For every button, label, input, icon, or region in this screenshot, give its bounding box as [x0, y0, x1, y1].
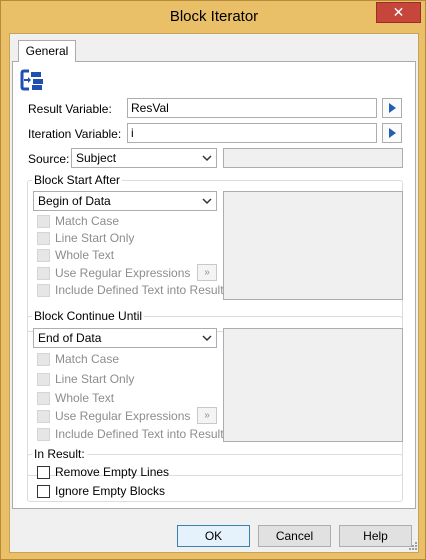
ignore-empty-blocks-label: Ignore Empty Blocks — [55, 484, 166, 498]
block-start-whole-text-checkbox[interactable] — [37, 249, 50, 262]
block-continue-line-start-label: Line Start Only — [55, 372, 135, 386]
source-selected-value: Subject — [76, 151, 117, 165]
block-start-line-start-label: Line Start Only — [55, 231, 135, 245]
block-continue-regex-button[interactable]: » — [197, 407, 217, 424]
block-start-regex-label: Use Regular Expressions — [55, 266, 191, 280]
block-start-match-case-label: Match Case — [55, 214, 120, 228]
block-start-text-box[interactable] — [223, 191, 403, 300]
ignore-empty-blocks-checkbox[interactable] — [37, 485, 50, 498]
block-continue-selected-value: End of Data — [38, 331, 102, 345]
block-start-regex-checkbox[interactable] — [37, 267, 50, 280]
block-start-whole-text-label: Whole Text — [55, 248, 115, 262]
block-start-match-case-checkbox[interactable] — [37, 215, 50, 228]
iteration-variable-input[interactable]: i — [127, 123, 377, 143]
tab-general[interactable]: General — [18, 40, 76, 62]
block-start-select[interactable]: Begin of Data — [33, 191, 217, 211]
block-continue-whole-text-checkbox[interactable] — [37, 392, 50, 405]
title-bar[interactable]: Block Iterator ✕ — [1, 1, 426, 33]
cancel-button[interactable]: Cancel — [258, 525, 331, 547]
arrow-right-icon — [389, 128, 396, 138]
source-extra-field — [223, 148, 403, 168]
in-result-caption: In Result: — [32, 447, 87, 461]
chevron-down-icon — [200, 149, 214, 167]
dialog-window: Block Iterator ✕ General Result Variable… — [0, 0, 426, 560]
close-button[interactable]: ✕ — [376, 2, 421, 23]
chevron-down-icon — [200, 192, 214, 210]
remove-empty-lines-label: Remove Empty Lines — [55, 465, 170, 479]
block-continue-match-case-label: Match Case — [55, 352, 120, 366]
block-continue-match-case-checkbox[interactable] — [37, 353, 50, 366]
block-continue-whole-text-label: Whole Text — [55, 391, 115, 405]
block-start-include-text-checkbox[interactable] — [37, 284, 50, 297]
window-title: Block Iterator — [169, 8, 259, 25]
result-variable-label: Result Variable: — [28, 102, 112, 116]
block-continue-text-box[interactable] — [223, 328, 403, 442]
block-start-selected-value: Begin of Data — [38, 194, 111, 208]
block-continue-regex-label: Use Regular Expressions — [55, 409, 191, 423]
resize-grip-icon[interactable] — [408, 540, 418, 550]
block-start-regex-button[interactable]: » — [197, 264, 217, 281]
iteration-variable-label: Iteration Variable: — [28, 127, 122, 141]
source-select[interactable]: Subject — [71, 148, 217, 168]
ok-button[interactable]: OK — [177, 525, 250, 547]
general-tab-panel: Result Variable: ResVal Iteration Variab… — [12, 61, 416, 509]
block-start-caption: Block Start After — [32, 173, 123, 187]
result-variable-input[interactable]: ResVal — [127, 98, 377, 118]
dialog-client-area: General Result Variable: ResVal Iteratio… — [9, 33, 419, 553]
block-start-include-text-label: Include Defined Text into Result — [55, 283, 224, 297]
block-continue-select[interactable]: End of Data — [33, 328, 217, 348]
block-continue-regex-checkbox[interactable] — [37, 410, 50, 423]
block-continue-line-start-checkbox[interactable] — [37, 373, 50, 386]
result-variable-arrow-button[interactable] — [382, 98, 402, 118]
source-label: Source: — [28, 152, 70, 166]
arrow-right-icon — [389, 103, 396, 113]
block-continue-include-text-checkbox[interactable] — [37, 428, 50, 441]
block-continue-caption: Block Continue Until — [32, 309, 145, 323]
chevron-down-icon — [200, 329, 214, 347]
help-button[interactable]: Help — [339, 525, 412, 547]
remove-empty-lines-checkbox[interactable] — [37, 466, 50, 479]
iteration-variable-arrow-button[interactable] — [382, 123, 402, 143]
block-start-line-start-checkbox[interactable] — [37, 232, 50, 245]
block-iterator-icon — [20, 68, 50, 92]
block-continue-include-text-label: Include Defined Text into Result — [55, 427, 224, 441]
